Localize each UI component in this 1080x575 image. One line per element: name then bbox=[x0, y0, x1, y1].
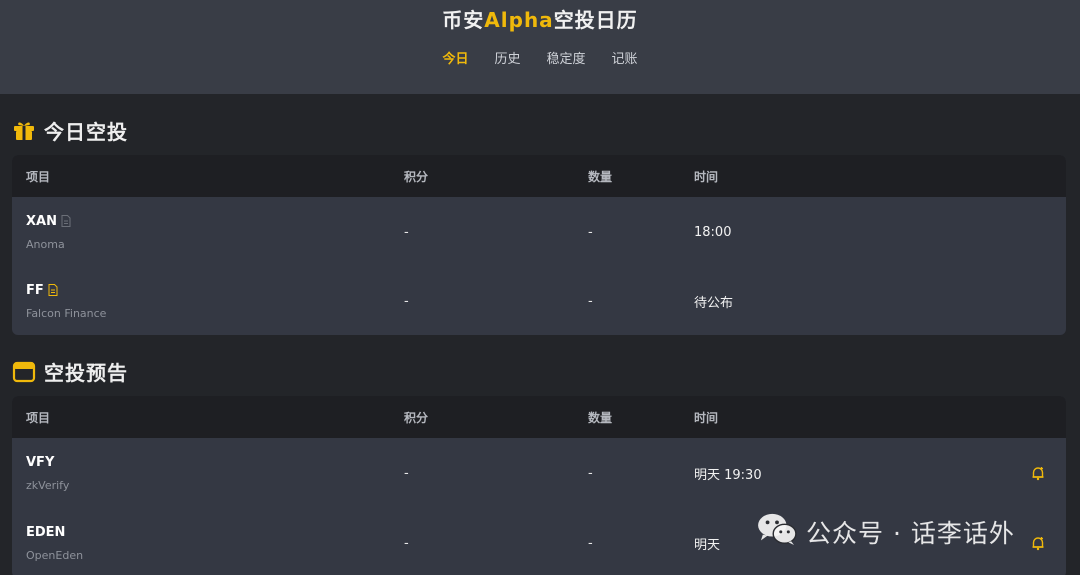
token-symbol: EDEN bbox=[26, 524, 66, 540]
title-accent: Alpha bbox=[484, 8, 554, 32]
tab-stability[interactable]: 稳定度 bbox=[547, 48, 586, 67]
table-header: 项目 积分 数量 时间 bbox=[12, 396, 1066, 438]
page-title: 币安Alpha空投日历 bbox=[0, 6, 1080, 36]
token-symbol: FF bbox=[26, 282, 44, 298]
amount-value: - bbox=[588, 224, 593, 240]
col-amount: 数量 bbox=[588, 169, 613, 184]
token-symbol: XAN bbox=[26, 213, 57, 229]
upcoming-section-title: 空投预告 bbox=[44, 360, 128, 385]
today-section-title: 今日空投 bbox=[44, 119, 128, 144]
wechat-icon bbox=[756, 512, 798, 552]
tab-accounting[interactable]: 记账 bbox=[612, 48, 638, 67]
time-value: 明天 19:30 bbox=[694, 467, 762, 483]
table-row[interactable]: VFY zkVerify - - 明天 19:30 bbox=[12, 438, 1066, 508]
token-symbol: VFY bbox=[26, 454, 55, 470]
token-name: OpenEden bbox=[26, 548, 84, 562]
time-value: 18:00 bbox=[694, 224, 732, 240]
token-name: Falcon Finance bbox=[26, 306, 107, 320]
watermark: 公众号 · 话李话外 bbox=[756, 512, 1015, 552]
watermark-text: 公众号 · 话李话外 bbox=[806, 519, 1015, 548]
table-row[interactable]: FF Falcon Finance - - 待公布 bbox=[12, 267, 1066, 335]
col-points: 积分 bbox=[404, 169, 429, 184]
title-prefix: 币安 bbox=[442, 8, 485, 32]
time-value: 明天 bbox=[694, 537, 721, 553]
title-suffix: 空投日历 bbox=[553, 8, 638, 32]
token-name: Anoma bbox=[26, 237, 65, 251]
time-value: 待公布 bbox=[694, 295, 734, 311]
col-amount: 数量 bbox=[588, 410, 613, 425]
col-project: 项目 bbox=[26, 169, 51, 184]
upcoming-section-header: 空投预告 bbox=[12, 355, 1066, 387]
col-time: 时间 bbox=[694, 169, 719, 184]
today-section-header: 今日空投 bbox=[12, 114, 1066, 146]
token-name: zkVerify bbox=[26, 478, 70, 492]
col-project: 项目 bbox=[26, 410, 51, 425]
col-points: 积分 bbox=[404, 410, 429, 425]
document-icon[interactable] bbox=[48, 284, 58, 296]
amount-value: - bbox=[588, 535, 593, 551]
header: 币安Alpha空投日历 今日 历史 稳定度 记账 bbox=[0, 0, 1080, 94]
today-table: 项目 积分 数量 时间 XAN Anoma - - 18:00 FF Falco… bbox=[12, 155, 1066, 335]
points-value: - bbox=[404, 465, 409, 481]
table-header: 项目 积分 数量 时间 bbox=[12, 155, 1066, 197]
points-value: - bbox=[404, 293, 409, 309]
amount-value: - bbox=[588, 465, 593, 481]
table-row[interactable]: XAN Anoma - - 18:00 bbox=[12, 197, 1066, 267]
bell-add-icon[interactable] bbox=[1030, 535, 1046, 551]
nav-tabs: 今日 历史 稳定度 记账 bbox=[0, 48, 1080, 67]
col-time: 时间 bbox=[694, 410, 719, 425]
calendar-icon bbox=[12, 359, 36, 383]
today-section: 今日空投 项目 积分 数量 时间 XAN Anoma - - 18:00 FF bbox=[0, 114, 1080, 335]
document-icon[interactable] bbox=[61, 215, 71, 227]
tab-today[interactable]: 今日 bbox=[442, 48, 468, 67]
amount-value: - bbox=[588, 293, 593, 309]
bell-add-icon[interactable] bbox=[1030, 465, 1046, 481]
gift-icon bbox=[12, 118, 36, 142]
tab-history[interactable]: 历史 bbox=[494, 48, 520, 67]
points-value: - bbox=[404, 535, 409, 551]
points-value: - bbox=[404, 224, 409, 240]
